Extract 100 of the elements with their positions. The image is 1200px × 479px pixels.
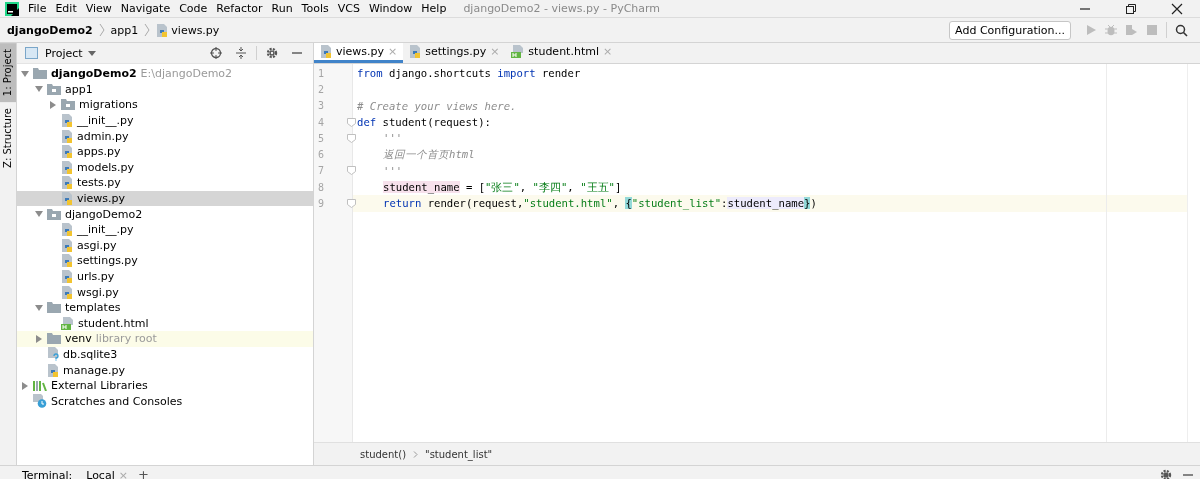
locate-icon[interactable] [210,47,222,59]
menu-item[interactable]: Code [179,2,208,15]
menu-item[interactable]: Edit [55,2,77,15]
menu-item[interactable]: Refactor [216,2,263,15]
tree-item[interactable]: admin.py [17,128,313,144]
collapsed-arrow-icon[interactable] [21,381,29,390]
code-breadcrumb[interactable]: student() [360,448,407,460]
python-file-icon [61,285,73,299]
close-icon[interactable] [1171,2,1183,15]
tree-item[interactable]: djangoDemo2 E:\djangoDemo2 [17,66,313,82]
editor-tab[interactable]: settings.py × [403,43,506,63]
add-tab-button[interactable]: + [137,469,149,479]
menu-item[interactable]: Tools [301,2,329,15]
tree-item[interactable]: db.sqlite3 [17,346,313,363]
tree-item[interactable]: djangoDemo2 [17,206,313,222]
menu-item[interactable]: VCS [337,2,360,15]
code-line: from django.shortcuts import render [357,67,581,79]
tree-item-label: wsgi.py [77,285,119,299]
tree-item[interactable]: app1 [17,81,313,98]
tree-item[interactable]: __init__.py [17,221,313,238]
tree-item-label: Scratches and Consoles [51,394,183,408]
side-tab[interactable]: Z: Structure [0,102,16,175]
python-file-icon [320,45,332,58]
tree-item[interactable]: urls.py [17,268,313,285]
folder-icon [47,208,61,220]
breadcrumb-item[interactable]: views.py [171,23,220,37]
breadcrumb-item[interactable]: app1 [110,23,139,37]
folder-icon [47,302,61,314]
tree-item[interactable]: templates [17,299,313,316]
run-icon[interactable] [1085,24,1097,36]
tree-item[interactable]: student.html [17,315,313,332]
menu-item[interactable]: File [28,2,47,15]
tree-item[interactable]: settings.py [17,253,313,269]
search-icon[interactable] [1175,23,1188,37]
menu-item[interactable]: Help [421,2,447,15]
expanded-arrow-icon[interactable] [35,303,43,312]
editor-tab[interactable]: views.py × [314,43,404,63]
tree-item-hint: E:\djangoDemo2 [140,67,233,81]
tree-item[interactable]: tests.py [17,175,313,191]
collapsed-arrow-icon[interactable] [49,101,57,109]
tree-item-label: models.py [77,160,134,174]
expanded-arrow-icon[interactable] [21,69,29,78]
fold-marker-icon[interactable] [347,199,356,208]
python-file-icon [61,223,73,237]
menu-item[interactable]: Navigate [120,2,171,15]
current-code-line: return render(request,"student.html", {"student_list":student_name}) [383,197,817,210]
tree-item[interactable]: External Libraries [17,377,313,394]
tree-item-label: migrations [79,98,138,112]
python-file-icon [61,114,73,128]
python-file-icon [61,192,73,206]
tree-item[interactable]: manage.py [17,362,313,378]
line-number: 1 [317,67,325,79]
settings-icon[interactable] [266,47,278,59]
python-file-icon [61,254,73,268]
panel-title[interactable]: Project [45,46,83,60]
tree-item[interactable]: Scratches and Consoles [17,393,313,410]
stop-icon[interactable] [1146,24,1158,36]
tree-item-label: __init__.py [77,114,134,128]
tree-item[interactable]: venv library root [17,331,313,347]
python-file-icon [61,176,73,190]
tree-item[interactable]: __init__.py [17,112,313,129]
panel-icon [25,47,38,59]
add-configuration-button[interactable]: Add Configuration... [949,20,1071,40]
tree-item[interactable]: views.py [17,190,313,207]
editor-tab[interactable]: student.html × [505,43,619,63]
tree-item-label: venv [65,332,92,346]
tree-item[interactable]: models.py [17,159,313,176]
breadcrumb-item[interactable]: djangoDemo2 [7,23,93,37]
html-file-icon [511,45,525,58]
fold-marker-icon[interactable] [347,133,356,143]
tree-item-label: External Libraries [51,379,148,393]
fold-marker-icon[interactable] [347,117,356,127]
terminal-tab[interactable]: Local [86,469,115,479]
tree-item[interactable]: asgi.py [17,237,313,254]
collapse-icon[interactable] [235,47,247,59]
python-file-icon [156,23,169,37]
python-file-icon [61,270,73,283]
bug-icon[interactable] [1105,24,1117,36]
tree-item-label: apps.py [77,145,121,159]
dropdown-caret-icon[interactable] [87,50,96,56]
collapsed-arrow-icon[interactable] [35,334,43,343]
tree-item[interactable]: migrations [17,97,313,113]
menu-item[interactable]: Window [368,2,413,15]
fold-marker-icon[interactable] [347,166,356,176]
expanded-arrow-icon[interactable] [35,85,43,94]
tree-item[interactable]: apps.py [17,143,313,160]
restore-icon[interactable] [1125,2,1137,15]
expanded-arrow-icon[interactable] [35,210,43,219]
tree-item-label: db.sqlite3 [63,348,118,361]
coverage-icon[interactable] [1125,24,1138,36]
menu-item[interactable]: View [85,2,112,15]
settings-icon[interactable] [1160,469,1172,479]
line-number: 5 [317,132,325,144]
side-tab[interactable]: 1: Project [0,43,16,103]
folder-icon [33,68,47,80]
code-breadcrumb[interactable]: "student_list" [425,448,493,460]
line-number: 7 [317,165,325,177]
menu-item[interactable]: Run [271,2,293,15]
tree-item[interactable]: wsgi.py [17,284,313,300]
tree-item-label: asgi.py [77,238,117,252]
